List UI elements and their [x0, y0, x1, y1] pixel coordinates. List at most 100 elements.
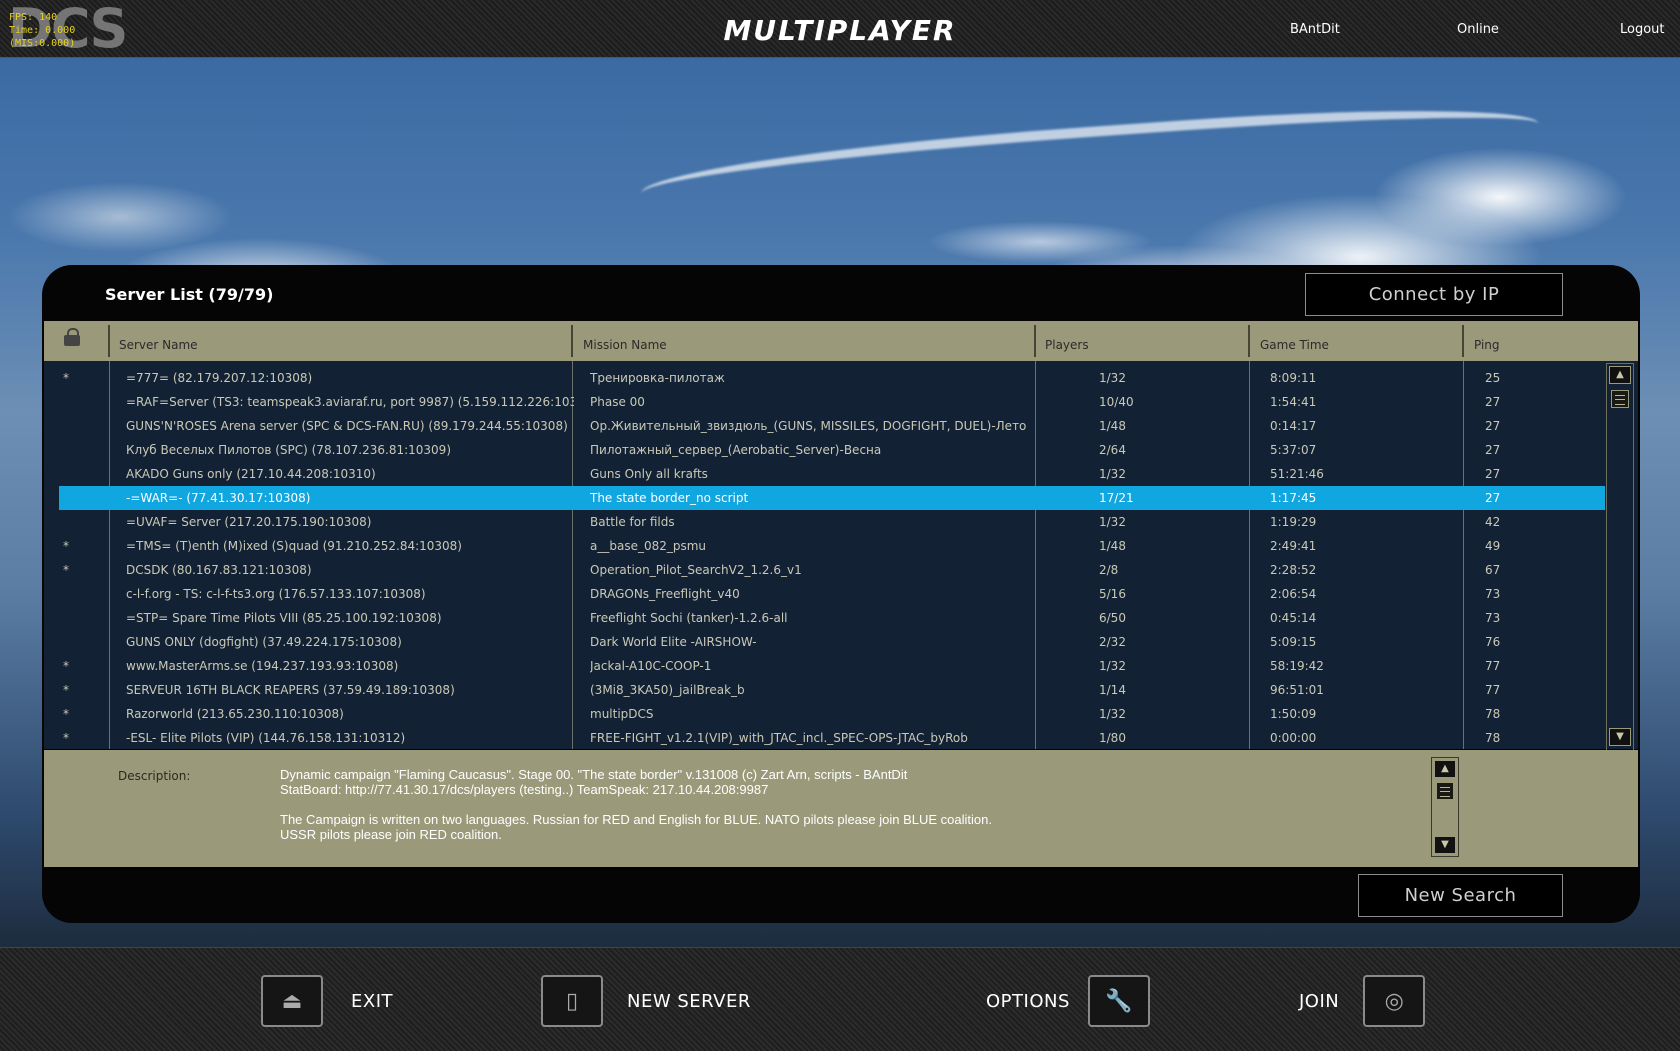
- table-row[interactable]: =STP= Spare Time Pilots VIII (85.25.100.…: [59, 606, 1605, 630]
- server-name: GUNS ONLY (dogfight) (37.49.224.175:1030…: [126, 635, 402, 649]
- table-row[interactable]: =RAF=Server (TS3: teamspeak3.aviaraf.ru,…: [59, 390, 1605, 414]
- table-row[interactable]: * Razorworld (213.65.230.110:10308) multip…: [59, 702, 1605, 726]
- list-scrollbar[interactable]: ▲ ▼: [1606, 363, 1634, 751]
- mission-name: Freeflight Sochi (tanker)-1.2.6-all: [590, 611, 788, 625]
- scroll-down-icon[interactable]: ▼: [1609, 728, 1631, 746]
- players-count: 1/32: [1099, 467, 1126, 481]
- desc-scroll-down-icon[interactable]: ▼: [1434, 836, 1456, 854]
- ping-value: 78: [1485, 731, 1501, 745]
- mission-name: Dark World Elite -AIRSHOW-: [590, 635, 757, 649]
- game-time: 1:50:09: [1270, 707, 1317, 721]
- desc-scroll-thumb[interactable]: [1436, 782, 1454, 800]
- table-row[interactable]: Клуб Веселых Пилотов (SPC) (78.107.236.8…: [59, 438, 1605, 462]
- favorite-marker: *: [63, 707, 69, 721]
- players-count: 1/80: [1099, 731, 1126, 745]
- mission-name: multipDCS: [590, 707, 654, 721]
- exit-button[interactable]: ⏏ EXIT: [261, 975, 394, 1027]
- table-row[interactable]: GUNS'N'ROSES Arena server (SPC & DCS-FAN…: [59, 414, 1605, 438]
- column-divider[interactable]: [1462, 325, 1464, 357]
- table-row[interactable]: c-l-f.org - TS: c-l-f-ts3.org (176.57.13…: [59, 582, 1605, 606]
- column-divider[interactable]: [1248, 325, 1250, 357]
- mission-name: Тренировка-пилотаж: [590, 371, 725, 385]
- wrench-icon: 🔧: [1087, 975, 1150, 1027]
- server-name: GUNS'N'ROSES Arena server (SPC & DCS-FAN…: [126, 419, 568, 433]
- mission-name: Battle for filds: [590, 515, 675, 529]
- game-time: 96:51:01: [1270, 683, 1324, 697]
- server-name: c-l-f.org - TS: c-l-f-ts3.org (176.57.13…: [126, 587, 426, 601]
- game-time: 0:45:14: [1270, 611, 1317, 625]
- game-time: 1:19:29: [1270, 515, 1317, 529]
- game-time: 5:09:15: [1270, 635, 1317, 649]
- game-time: 2:28:52: [1270, 563, 1317, 577]
- table-row[interactable]: * =777= (82.179.207.12:10308) Тренировка-п…: [59, 366, 1605, 390]
- ping-value: 77: [1485, 683, 1501, 697]
- mission-name: Пилотажный_сервер_(Aerobatic_Server)-Вес…: [590, 443, 882, 457]
- column-players[interactable]: Players: [1045, 321, 1089, 361]
- column-divider[interactable]: [571, 325, 573, 357]
- server-list[interactable]: ▲ ▼ * =777= (82.179.207.12:10308) Трениров…: [44, 361, 1638, 751]
- ping-value: 27: [1485, 443, 1501, 457]
- players-count: 17/21: [1099, 491, 1134, 505]
- mission-name: Jackal-A10C-COOP-1: [590, 659, 712, 673]
- game-time: 0:00:00: [1270, 731, 1317, 745]
- game-time: 1:17:45: [1270, 491, 1317, 505]
- column-game-time[interactable]: Game Time: [1260, 321, 1329, 361]
- table-row[interactable]: AKADO Guns only (217.10.44.208:10310) Gun…: [59, 462, 1605, 486]
- table-row[interactable]: * www.MasterArms.se (194.237.193.93:10308…: [59, 654, 1605, 678]
- server-list-panel: Server List (79/79) Connect by IP Server…: [42, 265, 1640, 923]
- table-row[interactable]: GUNS ONLY (dogfight) (37.49.224.175:1030…: [59, 630, 1605, 654]
- table-row[interactable]: =UVAF= Server (217.20.175.190:10308) Batt…: [59, 510, 1605, 534]
- connect-by-ip-button[interactable]: Connect by IP: [1305, 273, 1563, 316]
- ping-value: 67: [1485, 563, 1501, 577]
- players-count: 5/16: [1099, 587, 1126, 601]
- server-name: =777= (82.179.207.12:10308): [126, 371, 313, 385]
- table-row[interactable]: * =TMS= (T)enth (M)ixed (S)quad (91.210.2…: [59, 534, 1605, 558]
- game-time: 8:09:11: [1270, 371, 1317, 385]
- desc-scroll-up-icon[interactable]: ▲: [1434, 760, 1456, 778]
- column-divider[interactable]: [108, 325, 110, 357]
- mission-name: Ор.Живительный_звиздюль_(GUNS, MISSILES,…: [590, 419, 1027, 433]
- table-row[interactable]: * SERVEUR 16TH BLACK REAPERS (37.59.49.18…: [59, 678, 1605, 702]
- description-area: Description: Dynamic campaign "Flaming C…: [44, 750, 1638, 867]
- column-divider[interactable]: [1034, 325, 1036, 357]
- table-row[interactable]: -=WAR=- (77.41.30.17:10308) The state bor…: [59, 486, 1605, 510]
- logout-link[interactable]: Logout: [1620, 22, 1665, 37]
- server-icon: ▯: [541, 975, 603, 1027]
- column-ping[interactable]: Ping: [1474, 321, 1500, 361]
- options-button[interactable]: OPTIONS 🔧: [986, 975, 1150, 1027]
- online-status[interactable]: Online: [1457, 22, 1499, 37]
- ping-value: 49: [1485, 539, 1501, 553]
- favorite-marker: *: [63, 539, 69, 553]
- table-header: Server Name Mission Name Players Game Ti…: [44, 321, 1638, 361]
- server-name: Клуб Веселых Пилотов (SPC) (78.107.236.8…: [126, 443, 451, 457]
- contrail: [638, 95, 1542, 229]
- exit-label: EXIT: [351, 990, 394, 1012]
- players-count: 1/48: [1099, 419, 1126, 433]
- players-count: 10/40: [1099, 395, 1134, 409]
- scroll-up-icon[interactable]: ▲: [1609, 366, 1631, 384]
- join-button[interactable]: JOIN ◎: [1299, 975, 1426, 1027]
- players-count: 2/64: [1099, 443, 1126, 457]
- mission-name: DRAGONs_Freeflight_v40: [590, 587, 740, 601]
- scroll-thumb[interactable]: [1611, 390, 1629, 408]
- description-text: Dynamic campaign "Flaming Caucasus". Sta…: [280, 767, 992, 842]
- new-server-button[interactable]: ▯ NEW SERVER: [541, 975, 751, 1027]
- table-row[interactable]: * -ESL- Elite Pilots (VIP) (144.76.158.13…: [59, 726, 1605, 750]
- mission-name: Operation_Pilot_SearchV2_1.2.6_v1: [590, 563, 802, 577]
- server-name: =STP= Spare Time Pilots VIII (85.25.100.…: [126, 611, 442, 625]
- mission-name: Guns Only all krafts: [590, 467, 708, 481]
- description-scrollbar[interactable]: ▲ ▼: [1431, 757, 1459, 857]
- ping-value: 42: [1485, 515, 1501, 529]
- server-name: www.MasterArms.se (194.237.193.93:10308): [126, 659, 399, 673]
- ping-value: 77: [1485, 659, 1501, 673]
- lock-icon[interactable]: [64, 328, 80, 346]
- column-mission-name[interactable]: Mission Name: [583, 321, 667, 361]
- new-search-button[interactable]: New Search: [1358, 874, 1563, 917]
- column-server-name[interactable]: Server Name: [119, 321, 198, 361]
- favorite-marker: *: [63, 371, 69, 385]
- new-server-label: NEW SERVER: [627, 990, 751, 1012]
- table-row[interactable]: * DCSDK (80.167.83.121:10308) Operation_Pi…: [59, 558, 1605, 582]
- page-title: MULTIPLAYER: [723, 14, 957, 47]
- game-time: 0:14:17: [1270, 419, 1317, 433]
- join-label: JOIN: [1299, 990, 1340, 1012]
